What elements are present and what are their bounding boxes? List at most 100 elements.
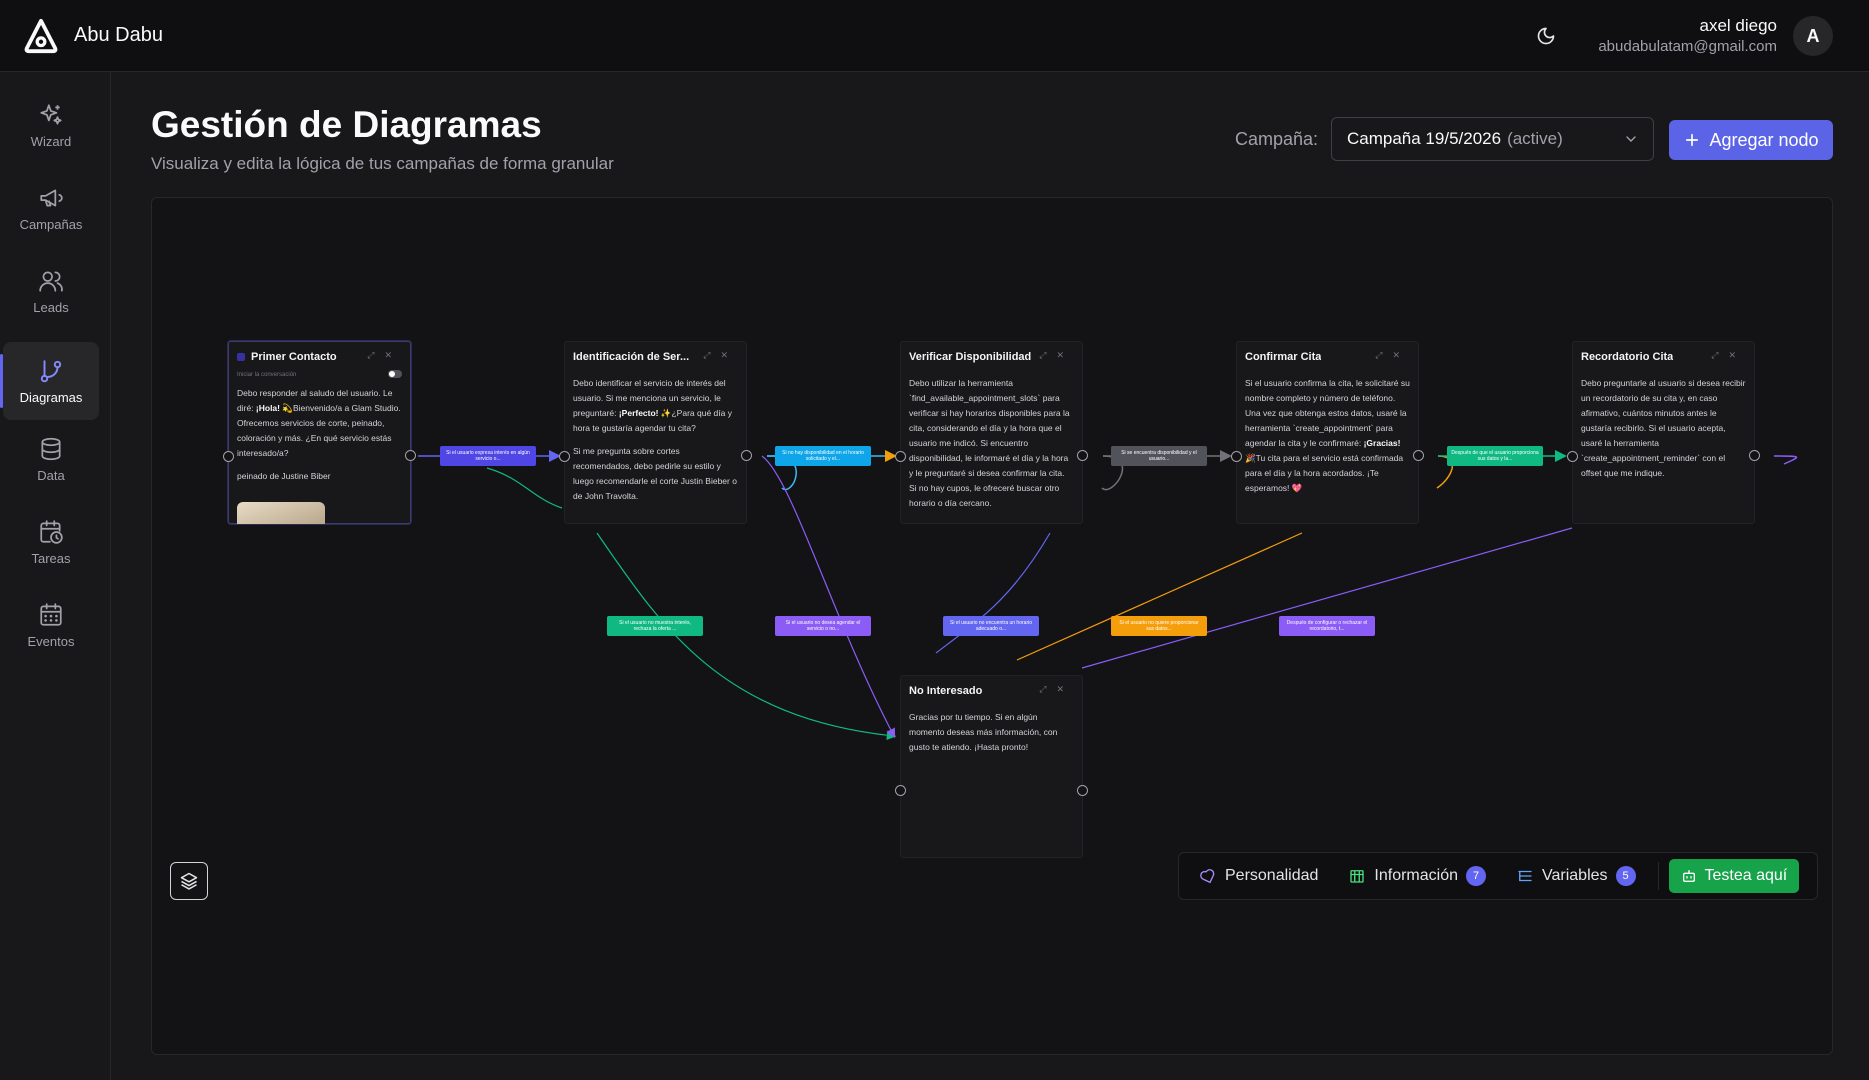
variables-button[interactable]: Variables 5 (1516, 866, 1636, 886)
diagram-canvas[interactable]: Primer Contacto ⤢✕ Iniciar la conversaci… (151, 197, 1833, 1055)
node-extra: Si me pregunta sobre cortes recomendados… (573, 446, 737, 501)
node-output-handle[interactable] (405, 450, 416, 461)
informacion-button[interactable]: Información 7 (1348, 866, 1486, 886)
edge-label[interactable]: Después de que el usuario proporciona su… (1447, 446, 1543, 466)
node-input-handle[interactable] (895, 785, 906, 796)
sidebar-item-diagramas[interactable]: Diagramas (0, 342, 99, 420)
node-controls[interactable]: ⤢✕ (1039, 350, 1074, 361)
campaign-select[interactable]: Campaña 19/5/2026 (active) (1331, 117, 1654, 161)
edge-label[interactable]: Después de configurar o rechazar el reco… (1279, 616, 1375, 636)
node-text: 🎉Tu cita para el servicio está confirmad… (1245, 453, 1404, 493)
user-email: abudabulatam@gmail.com (1598, 38, 1777, 55)
personalidad-label: Personalidad (1225, 867, 1319, 884)
sidebar-item-tareas[interactable]: Tareas (3, 503, 99, 581)
toolbar-divider (1657, 862, 1659, 890)
page-subtitle: Visualiza y edita la lógica de tus campa… (151, 154, 614, 173)
node-title: Identificación de Ser... (573, 351, 690, 363)
layers-button[interactable] (170, 862, 208, 900)
sidebar: Wizard Campañas Leads Diagramas Data Tar… (0, 72, 111, 1080)
edge-label[interactable]: Si el usuario expresa interés en algún s… (440, 446, 536, 466)
edge-label[interactable]: Si el usuario no encuentra un horario ad… (943, 616, 1039, 636)
theme-toggle-button[interactable] (1528, 18, 1564, 54)
avatar[interactable]: A (1793, 16, 1833, 56)
sidebar-item-data[interactable]: Data (3, 420, 99, 498)
sidebar-item-label: Data (37, 467, 65, 483)
node-input-handle[interactable] (223, 451, 234, 462)
sidebar-item-leads[interactable]: Leads (3, 252, 99, 330)
node-output-handle[interactable] (1077, 450, 1088, 461)
edge[interactable] (761, 455, 896, 739)
edge-label[interactable]: Si el usuario no quiere proporcionar sus… (1111, 616, 1207, 636)
node-body: Debo identificar el servicio de interés … (573, 376, 738, 504)
node-verificar[interactable]: Verificar Disponibilidad ⤢✕ Debo utiliza… (900, 341, 1083, 524)
node-output-handle[interactable] (741, 450, 752, 461)
top-bar: Abu Dabu axel diego abudabulatam@gmail.c… (0, 0, 1869, 72)
abudabu-logo-icon (24, 18, 58, 53)
sidebar-item-label: Tareas (31, 550, 71, 566)
node-title: No Interesado (909, 685, 983, 697)
node-primer-contacto[interactable]: Primer Contacto ⤢✕ Iniciar la conversaci… (228, 341, 411, 524)
node-recordatorio[interactable]: Recordatorio Cita ⤢✕ Debo preguntarle al… (1572, 341, 1755, 524)
test-here-label: Testea aquí (1704, 867, 1788, 884)
start-toggle[interactable] (388, 370, 402, 378)
database-icon (41, 437, 61, 460)
list-tree-icon (1518, 870, 1532, 882)
node-no-interesado[interactable]: No Interesado ⤢✕ Gracias por tu tiempo. … (900, 675, 1083, 858)
node-body: Gracias por tu tiempo. Si en algún momen… (909, 712, 1058, 752)
informacion-count-badge: 7 (1466, 866, 1486, 886)
diagram-toolbar: Personalidad Información 7 Variables 5 T… (1178, 852, 1818, 900)
edge[interactable] (1773, 455, 1797, 465)
node-input-handle[interactable] (1567, 451, 1578, 462)
sidebar-item-label: Eventos (27, 633, 75, 649)
node-title: Confirmar Cita (1245, 351, 1322, 363)
node-image (237, 502, 325, 524)
add-node-label: Agregar nodo (1709, 129, 1819, 150)
moon-icon (1538, 27, 1555, 45)
edge-label[interactable]: Si el usuario no desea agendar el servic… (775, 616, 871, 636)
node-extra: peinado de Justine Biber (237, 471, 331, 481)
node-confirmar[interactable]: Confirmar Cita ⤢✕ Si el usuario confirma… (1236, 341, 1419, 524)
node-input-handle[interactable] (895, 451, 906, 462)
variables-label: Variables (1542, 867, 1608, 884)
sidebar-item-label: Diagramas (19, 389, 83, 405)
edge-label[interactable]: Si no hay disponibilidad en el horario s… (775, 446, 871, 466)
user-info[interactable]: axel diego abudabulatam@gmail.com (1598, 15, 1777, 57)
node-body: Debo utilizar la herramienta `find_avail… (909, 378, 1070, 508)
brand[interactable]: Abu Dabu (22, 17, 163, 55)
node-controls[interactable]: ⤢✕ (703, 350, 738, 361)
sidebar-item-wizard[interactable]: Wizard (3, 86, 99, 164)
megaphone-icon (40, 189, 63, 206)
git-branch-icon (40, 359, 62, 382)
personalidad-button[interactable]: Personalidad (1199, 867, 1318, 885)
node-controls[interactable]: ⤢✕ (1711, 350, 1746, 361)
node-output-handle[interactable] (1077, 785, 1088, 796)
node-input-handle[interactable] (1231, 451, 1242, 462)
sidebar-item-campanas[interactable]: Campañas (3, 169, 99, 247)
robot-icon (1682, 870, 1695, 882)
test-here-button[interactable]: Testea aquí (1668, 859, 1800, 893)
layers-icon (180, 872, 198, 890)
calendar-icon (40, 602, 62, 626)
edge-label[interactable]: Si se encuentra disponibilidad y el usua… (1111, 446, 1207, 466)
building-icon (1350, 870, 1365, 883)
node-output-handle[interactable] (1413, 450, 1424, 461)
node-input-handle[interactable] (559, 451, 570, 462)
start-toggle-label: Iniciar la conversación (237, 372, 297, 378)
node-output-handle[interactable] (1749, 450, 1760, 461)
variables-count-badge: 5 (1615, 866, 1636, 886)
edge[interactable] (1016, 532, 1303, 661)
campaign-label: Campaña: (1235, 129, 1319, 149)
edge-label[interactable]: Si el usuario no muestra interés, rechaz… (607, 616, 703, 636)
node-text-bold: ¡Gracias! (1363, 438, 1401, 448)
node-controls[interactable]: ⤢✕ (1039, 684, 1074, 695)
node-body: Si el usuario confirma la cita, le solic… (1245, 376, 1410, 496)
add-node-button[interactable]: Agregar nodo (1669, 120, 1833, 160)
edge[interactable] (486, 467, 563, 509)
node-identificacion[interactable]: Identificación de Ser... ⤢✕ Debo identif… (564, 341, 747, 524)
page-title: Gestión de Diagramas (151, 104, 542, 145)
sidebar-item-eventos[interactable]: Eventos (3, 586, 99, 664)
node-controls[interactable]: ⤢✕ (367, 350, 402, 361)
chevron-down-icon (1626, 136, 1636, 142)
node-controls[interactable]: ⤢✕ (1375, 350, 1410, 361)
node-title: Recordatorio Cita (1581, 351, 1674, 363)
